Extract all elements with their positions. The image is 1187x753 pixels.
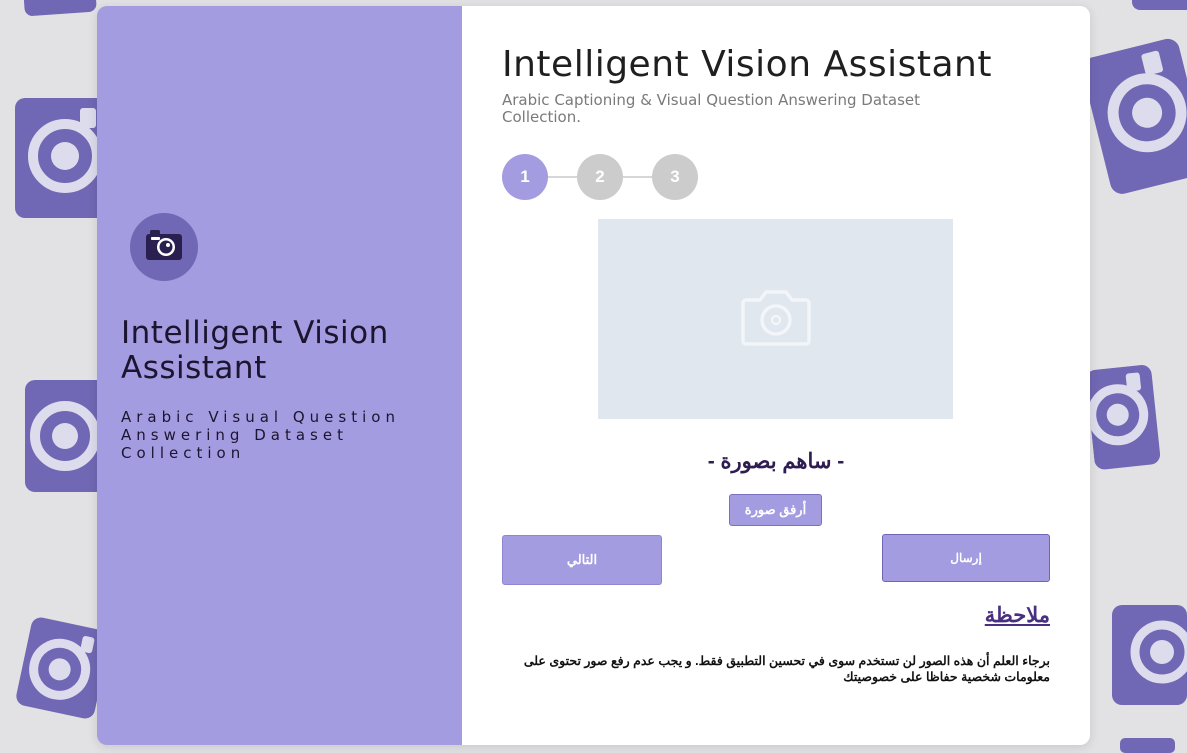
background-camera-icon <box>1112 600 1187 710</box>
step-2: 2 <box>577 154 623 200</box>
image-preview-area[interactable] <box>598 219 953 419</box>
logo <box>130 213 198 281</box>
attach-image-button[interactable]: أرفق صورة <box>729 494 822 526</box>
page-subtitle: Arabic Captioning & Visual Question Answ… <box>502 91 921 126</box>
sidebar-panel: Intelligent Vision Assistant Arabic Visu… <box>97 6 462 745</box>
next-button[interactable]: التالي <box>502 535 662 585</box>
step-connector <box>548 176 577 178</box>
camera-icon <box>144 228 184 266</box>
step-1: 1 <box>502 154 548 200</box>
step-connector <box>623 176 652 178</box>
camera-icon <box>740 286 812 352</box>
sidebar-title: Intelligent Vision Assistant <box>121 315 389 386</box>
page-title: Intelligent Vision Assistant <box>502 44 992 85</box>
background-camera-icon <box>1120 732 1180 753</box>
background-camera-icon <box>19 0 102 23</box>
sidebar-subtitle: Arabic Visual Question Answering Dataset… <box>121 408 400 462</box>
step-3: 3 <box>652 154 698 200</box>
main-card: Intelligent Vision Assistant Arabic Visu… <box>97 6 1090 745</box>
background-camera-icon <box>1084 359 1165 476</box>
note-text: برجاء العلم أن هذه الصور لن تستخدم سوى ف… <box>523 654 1050 684</box>
note-heading: ملاحظة <box>984 604 1050 627</box>
contribute-heading: - ساهم بصورة - <box>707 450 845 473</box>
send-button[interactable]: إرسال <box>882 534 1050 582</box>
content-panel: Intelligent Vision Assistant Arabic Capt… <box>462 6 1090 745</box>
background-camera-icon <box>1073 32 1187 203</box>
background-camera-icon <box>1128 0 1187 15</box>
step-indicator: 1 2 3 <box>502 154 698 200</box>
